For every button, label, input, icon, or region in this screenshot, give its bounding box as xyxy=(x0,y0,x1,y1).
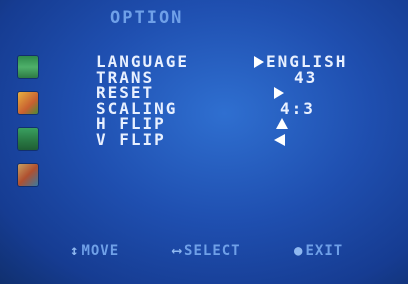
move-hint: ↕ MOVE xyxy=(70,243,141,259)
select-label: SELECT xyxy=(184,243,241,259)
color-menu-icon[interactable] xyxy=(18,92,38,114)
osd-menu-icon[interactable] xyxy=(18,128,38,150)
exit-dot-icon: ● xyxy=(294,243,304,259)
h-flip-orientation-icon xyxy=(276,118,288,129)
v-flip-value-row[interactable] xyxy=(254,132,347,148)
exit-hint: ● EXIT xyxy=(294,243,365,259)
scaling-value: 4:3 xyxy=(280,98,315,118)
up-down-arrow-icon: ↕ xyxy=(70,243,80,259)
arrow-right-icon xyxy=(274,87,284,99)
side-menu-icons xyxy=(18,56,40,200)
trans-value-row[interactable]: 43 xyxy=(254,67,347,87)
exit-label: EXIT xyxy=(305,243,344,259)
arrow-right-icon xyxy=(254,56,264,68)
trans-value: 43 xyxy=(294,67,318,87)
option-values: ENGLISH 43 4:3 xyxy=(254,54,347,147)
menu-item-v-flip[interactable]: V FLIP xyxy=(96,131,189,148)
option-menu-icon[interactable] xyxy=(18,164,38,186)
select-hint: ⟷ SELECT xyxy=(173,243,263,259)
v-flip-orientation-icon xyxy=(274,133,285,146)
picture-menu-icon[interactable] xyxy=(18,56,38,78)
menu-title: OPTION xyxy=(110,8,184,28)
osd-screen: OPTION LANGUAGE TRANS RESET SCALING H FL… xyxy=(0,0,408,284)
scaling-value-row[interactable]: 4:3 xyxy=(254,98,347,118)
move-label: MOVE xyxy=(81,243,120,259)
h-flip-value-row[interactable] xyxy=(254,116,347,132)
option-items: LANGUAGE TRANS RESET SCALING H FLIP V FL… xyxy=(96,54,189,147)
left-right-arrow-icon: ⟷ xyxy=(172,243,183,259)
key-hints: ↕ MOVE ⟷ SELECT ● EXIT xyxy=(70,243,365,259)
